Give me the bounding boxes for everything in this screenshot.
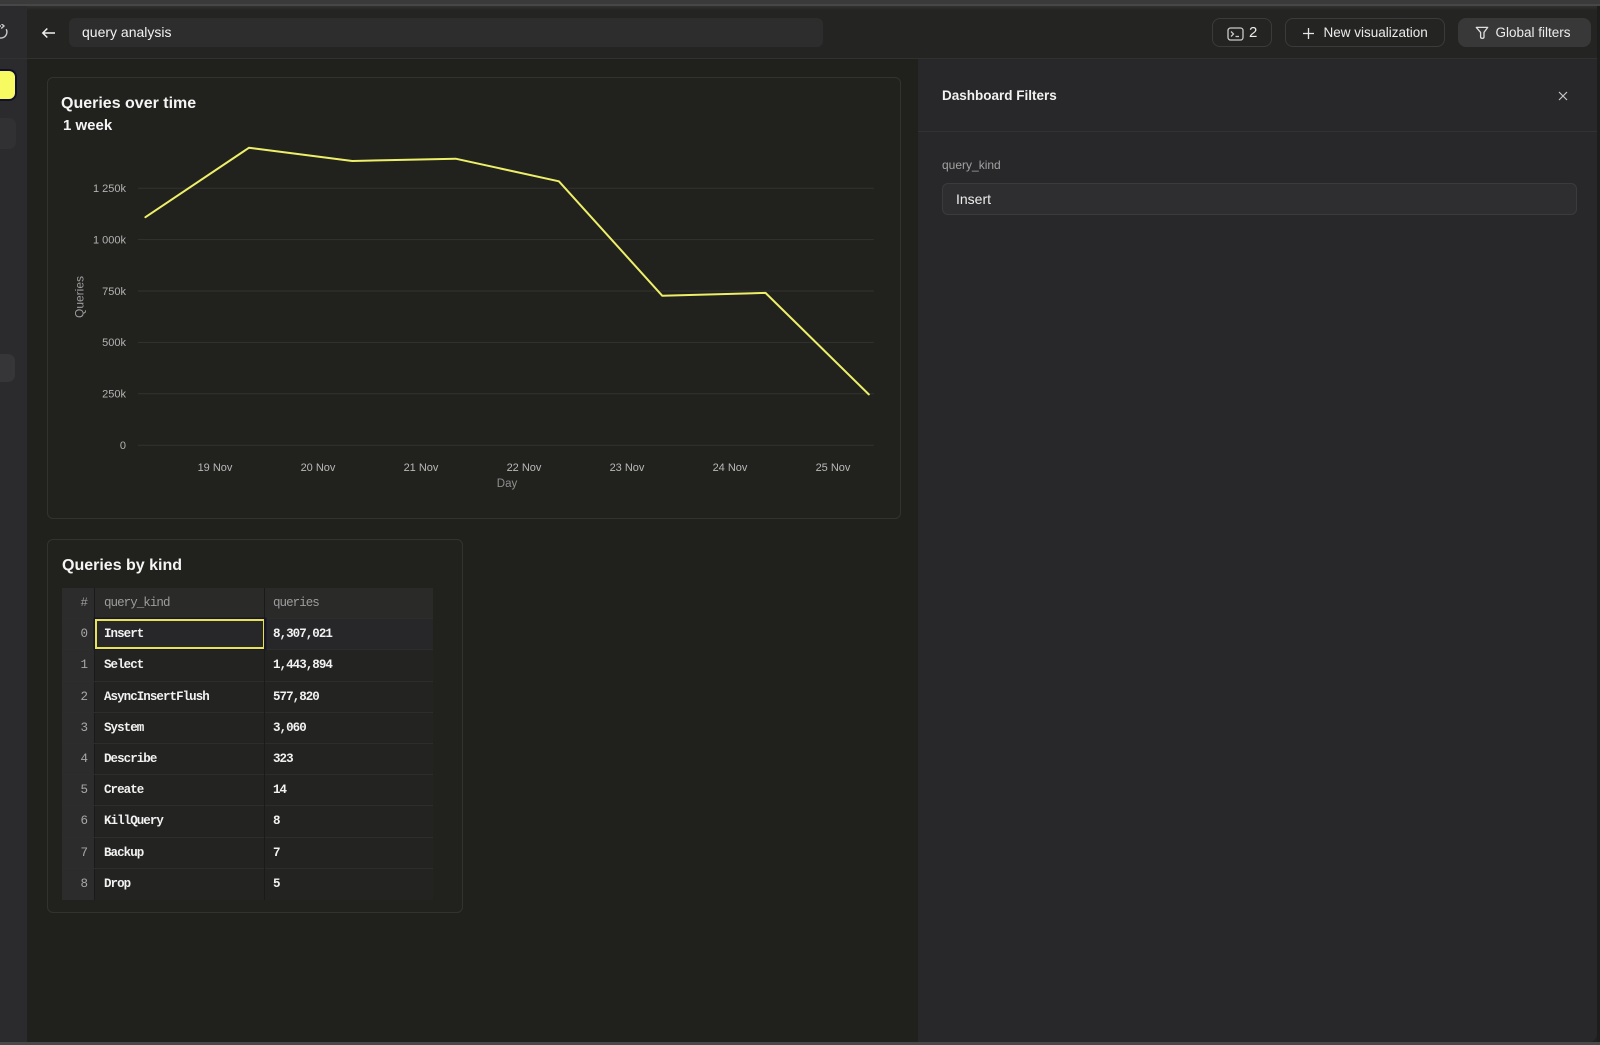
svg-text:19 Nov: 19 Nov xyxy=(198,462,233,474)
svg-text:21 Nov: 21 Nov xyxy=(404,462,439,474)
svg-text:1 250k: 1 250k xyxy=(93,183,127,195)
svg-text:Day: Day xyxy=(497,478,518,490)
svg-text:Queries: Queries xyxy=(73,276,87,318)
svg-text:0: 0 xyxy=(120,440,126,452)
svg-text:500k: 500k xyxy=(102,337,126,349)
svg-text:250k: 250k xyxy=(102,389,126,401)
svg-text:20 Nov: 20 Nov xyxy=(301,462,336,474)
svg-text:24 Nov: 24 Nov xyxy=(713,462,748,474)
svg-text:750k: 750k xyxy=(102,286,126,298)
svg-text:25 Nov: 25 Nov xyxy=(816,462,851,474)
svg-text:1 000k: 1 000k xyxy=(93,234,127,246)
svg-text:23 Nov: 23 Nov xyxy=(610,462,645,474)
svg-text:22 Nov: 22 Nov xyxy=(507,462,542,474)
